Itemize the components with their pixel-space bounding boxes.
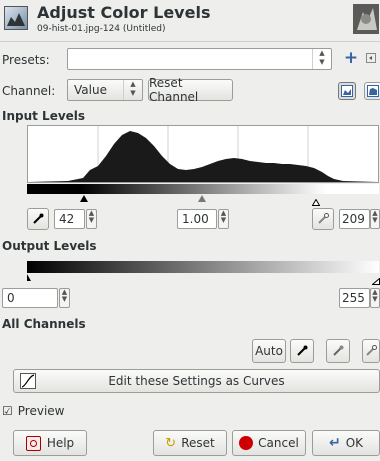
white-eyedropper-icon [318,213,329,224]
image-thumbnail [353,4,379,34]
edit-as-curves-label: Edit these Settings as Curves [108,374,285,388]
input-high-field[interactable]: 209 [339,209,370,229]
input-gamma-value: 1.00 [182,212,209,226]
input-low-picker-button[interactable] [27,208,49,230]
gray-point-picker-icon [333,345,344,356]
input-gamma-spinner[interactable]: ▲ ▼ [218,209,229,229]
ok-button[interactable]: ↵ OK [312,430,380,456]
cancel-label: Cancel [258,436,299,450]
presets-combo[interactable]: ▲ ▼ [67,48,332,70]
output-low-handle[interactable] [27,274,31,281]
input-gamma-handle[interactable] [198,195,206,202]
input-high-spinner[interactable]: ▲ ▼ [370,209,380,229]
reset-channel-button[interactable]: Reset Channel [148,76,233,104]
plus-icon: + [343,48,359,68]
input-high-handle[interactable] [311,195,321,206]
output-low-field[interactable]: 0 [2,288,58,308]
help-icon [25,435,41,451]
checkmark-icon: ☑ [2,404,13,418]
white-point-picker-icon [366,345,377,356]
header-separator [0,41,380,42]
all-channels-heading: All Channels [2,317,86,331]
presets-label: Presets: [2,53,50,67]
gray-point-picker-button[interactable] [326,339,350,363]
black-eyedropper-icon [33,213,44,224]
dialog-title: Adjust Color Levels [37,3,211,22]
help-label: Help [46,436,75,450]
edit-as-curves-button[interactable]: Edit these Settings as Curves [13,369,380,393]
help-button[interactable]: Help [13,430,87,456]
combo-arrows-icon: ▲ ▼ [312,49,331,69]
output-high-spinner[interactable]: ▲ ▼ [370,288,380,308]
dialog-header: Adjust Color Levels 09-hist-01.jpg-124 (… [0,0,380,40]
preview-label: Preview [17,404,65,418]
combo-arrows-icon: ▲ ▼ [123,80,142,100]
cancel-button[interactable]: Cancel [232,430,306,456]
curves-icon [20,373,36,389]
output-gradient [27,261,379,273]
input-high-picker-button[interactable] [312,208,334,230]
menu-icon [369,56,372,60]
levels-icon [4,6,28,30]
black-point-picker-icon [297,345,308,356]
log-histogram-button[interactable] [364,82,380,100]
output-high-handle[interactable] [371,274,380,285]
ok-icon: ↵ [328,435,341,451]
input-low-handle[interactable] [80,195,88,202]
reset-label: Reset [181,436,215,450]
channel-label: Channel: [2,84,56,98]
auto-button[interactable]: Auto [252,339,286,363]
reset-icon: ↻ [165,435,177,451]
linear-histogram-icon [341,85,353,97]
channel-combo[interactable]: Value ▲ ▼ [67,79,143,101]
presets-menu-button[interactable] [366,53,376,63]
input-levels-heading: Input Levels [2,109,86,123]
output-high-field[interactable]: 255 [339,288,370,308]
output-levels-heading: Output Levels [2,239,97,253]
input-gradient [27,184,379,194]
channel-value: Value [74,83,107,97]
input-histogram [27,125,379,183]
ok-label: OK [345,436,364,450]
input-gamma-field[interactable]: 1.00 [177,209,217,229]
black-point-picker-button[interactable] [290,339,314,363]
white-point-picker-button[interactable] [362,339,380,363]
reset-button[interactable]: ↻ Reset [153,430,227,456]
linear-histogram-button[interactable] [338,82,356,100]
cancel-icon [239,436,254,450]
input-low-field[interactable]: 42 [54,209,85,229]
input-low-spinner[interactable]: ▲ ▼ [86,209,97,229]
input-low-value: 42 [59,212,75,226]
input-high-value: 209 [342,212,365,226]
output-high-value: 255 [342,291,365,305]
dialog-subtitle: 09-hist-01.jpg-124 (Untitled) [37,24,166,34]
output-low-value: 0 [7,291,15,305]
output-low-spinner[interactable]: ▲ ▼ [59,288,70,308]
preview-checkbox[interactable]: ☑ Preview [2,403,82,419]
log-histogram-icon [367,85,379,97]
add-preset-button[interactable]: + [343,48,359,68]
